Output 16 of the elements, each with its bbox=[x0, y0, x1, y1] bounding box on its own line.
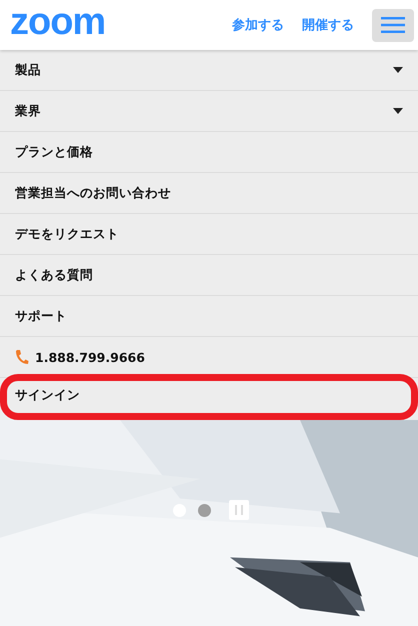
menu-item[interactable]: サインイン bbox=[0, 374, 418, 420]
phone-icon bbox=[15, 349, 29, 365]
menu-item[interactable]: 営業担当へのお問い合わせ bbox=[0, 173, 418, 214]
menu-label[interactable]: 製品 bbox=[15, 62, 393, 78]
menu-item[interactable]: デモをリクエスト bbox=[0, 214, 418, 255]
pause-icon bbox=[235, 505, 243, 515]
menu-item[interactable]: サポート bbox=[0, 296, 418, 337]
caret-icon bbox=[393, 108, 403, 114]
phone-number[interactable]: 1.888.799.9666 bbox=[35, 350, 403, 364]
caret-icon bbox=[393, 67, 403, 73]
menu-item[interactable]: よくある質問 bbox=[0, 255, 418, 296]
menu-label[interactable]: 業界 bbox=[15, 102, 393, 120]
menu-button[interactable] bbox=[372, 8, 414, 42]
menu-icon bbox=[381, 17, 405, 33]
menu-item[interactable]: プランと価格 bbox=[0, 132, 418, 173]
pause-button[interactable] bbox=[229, 500, 249, 520]
